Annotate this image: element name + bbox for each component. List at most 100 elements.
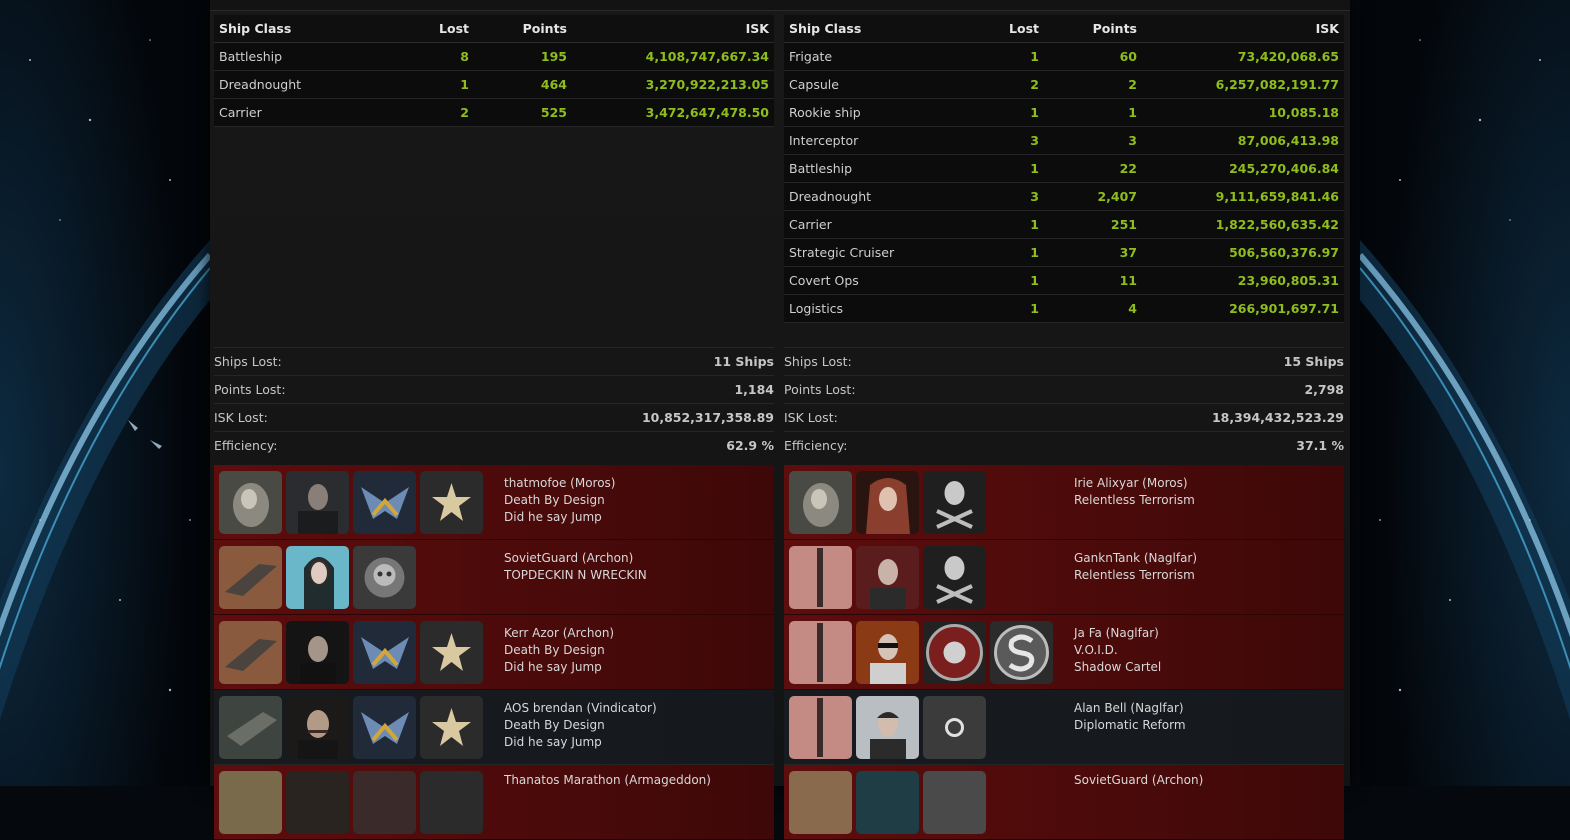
pilot-info: Kerr Azor (Archon) Death By Design Did h…: [504, 625, 614, 676]
pilot-portrait[interactable]: [286, 546, 349, 609]
involved-row[interactable]: Irie Alixyar (Moros) Relentless Terroris…: [784, 465, 1344, 540]
corporation-name[interactable]: Relentless Terrorism: [1074, 492, 1195, 509]
pilot-portrait[interactable]: [286, 771, 349, 834]
summary-row-points-lost: Points Lost: 1,184: [214, 375, 774, 403]
top-divider: [210, 0, 1350, 11]
corp-skull-crossbones-icon[interactable]: [923, 546, 986, 609]
involved-row[interactable]: thatmofoe (Moros) Death By Design Did he…: [214, 465, 774, 540]
pilot-name-ship[interactable]: Kerr Azor (Archon): [504, 625, 614, 642]
pilot-portrait[interactable]: [856, 771, 919, 834]
involved-row[interactable]: AOS brendan (Vindicator) Death By Design…: [214, 690, 774, 765]
isk-cell: 6,257,082,191.77: [1142, 70, 1344, 99]
pilot-portrait[interactable]: [856, 696, 919, 759]
ship-archon-icon[interactable]: [219, 621, 282, 684]
pilot-portrait[interactable]: [856, 546, 919, 609]
col-header-lost: Lost: [404, 15, 474, 43]
portrait-group: [789, 621, 1053, 684]
col-header-ship-class: Ship Class: [784, 15, 974, 43]
battle-report-panel: Ship Class Lost Points ISK Battleship 8 …: [210, 0, 1350, 840]
corp-logo-icon[interactable]: [353, 771, 416, 834]
ship-archon-icon[interactable]: [219, 546, 282, 609]
portrait-group: [219, 621, 483, 684]
corporation-name[interactable]: Death By Design: [504, 717, 657, 734]
ship-class-cell: Interceptor: [784, 126, 974, 155]
alliance-name[interactable]: Did he say Jump: [504, 509, 616, 526]
pilot-name-ship[interactable]: Ja Fa (Naglfar): [1074, 625, 1161, 642]
pilot-portrait[interactable]: [856, 621, 919, 684]
corp-logo-icon[interactable]: [353, 471, 416, 534]
corp-skull-target-icon[interactable]: [923, 621, 986, 684]
corp-logo-icon[interactable]: [923, 771, 986, 834]
ship-moros-icon[interactable]: [219, 471, 282, 534]
pilot-name-ship[interactable]: SovietGuard (Archon): [504, 550, 647, 567]
summary-label: Efficiency:: [784, 438, 848, 453]
alliance-s-logo-icon[interactable]: [990, 621, 1053, 684]
summary-right: Ships Lost: 15 Ships Points Lost: 2,798 …: [784, 347, 1344, 459]
pilot-name-ship[interactable]: GanknTank (Naglfar): [1074, 550, 1197, 567]
pilot-info: GanknTank (Naglfar) Relentless Terrorism: [1074, 550, 1197, 584]
ship-vindicator-icon[interactable]: [219, 696, 282, 759]
pilot-name-ship[interactable]: thatmofoe (Moros): [504, 475, 616, 492]
alliance-name[interactable]: Did he say Jump: [504, 659, 614, 676]
pilot-name-ship[interactable]: AOS brendan (Vindicator): [504, 700, 657, 717]
alliance-star-logo-icon[interactable]: [420, 471, 483, 534]
corporation-name[interactable]: V.O.I.D.: [1074, 642, 1161, 659]
table-header-row: Ship Class Lost Points ISK: [784, 15, 1344, 43]
corporation-name[interactable]: Death By Design: [504, 642, 614, 659]
points-cell: 37: [1044, 238, 1142, 267]
lost-cell: 1: [974, 154, 1044, 183]
ship-naglfar-icon[interactable]: [789, 546, 852, 609]
corp-logo-icon[interactable]: [353, 621, 416, 684]
pilot-portrait[interactable]: [856, 471, 919, 534]
pilot-name-ship[interactable]: Irie Alixyar (Moros): [1074, 475, 1195, 492]
portrait-group: [789, 771, 986, 834]
corporation-name[interactable]: TOPDECKIN N WRECKIN: [504, 567, 647, 584]
col-header-isk: ISK: [1142, 15, 1344, 43]
pilot-name-ship[interactable]: Thanatos Marathon (Armageddon): [504, 772, 711, 789]
ship-class-table-left: Ship Class Lost Points ISK Battleship 8 …: [214, 15, 774, 127]
col-header-lost: Lost: [974, 15, 1044, 43]
involved-row[interactable]: Alan Bell (Naglfar) Diplomatic Reform: [784, 690, 1344, 765]
involved-row[interactable]: Kerr Azor (Archon) Death By Design Did h…: [214, 615, 774, 690]
summary-row-ships-lost: Ships Lost: 15 Ships: [784, 347, 1344, 375]
ship-archon-icon[interactable]: [789, 771, 852, 834]
col-header-points: Points: [474, 15, 572, 43]
pilot-info: AOS brendan (Vindicator) Death By Design…: [504, 700, 657, 751]
ship-naglfar-icon[interactable]: [789, 621, 852, 684]
pilot-name-ship[interactable]: SovietGuard (Archon): [1074, 772, 1203, 789]
corp-ring-logo-icon[interactable]: [923, 696, 986, 759]
corp-logo-icon[interactable]: [353, 696, 416, 759]
corp-skull-logo-icon[interactable]: [353, 546, 416, 609]
alliance-star-logo-icon[interactable]: [420, 621, 483, 684]
ship-moros-icon[interactable]: [789, 471, 852, 534]
involved-row[interactable]: Ja Fa (Naglfar) V.O.I.D. Shadow Cartel: [784, 615, 1344, 690]
space-background-right: [1360, 0, 1570, 786]
pilot-name-ship[interactable]: Alan Bell (Naglfar): [1074, 700, 1186, 717]
involved-row[interactable]: Thanatos Marathon (Armageddon): [214, 765, 774, 840]
ship-class-table-right: Ship Class Lost Points ISK Frigate 1 60 …: [784, 15, 1344, 323]
col-header-isk: ISK: [572, 15, 774, 43]
isk-cell: 10,085.18: [1142, 98, 1344, 127]
ship-naglfar-icon[interactable]: [789, 696, 852, 759]
points-cell: 60: [1044, 42, 1142, 71]
alliance-star-logo-icon[interactable]: [420, 696, 483, 759]
table-row: Dreadnought 3 2,407 9,111,659,841.46: [784, 182, 1344, 211]
pilot-portrait[interactable]: [286, 696, 349, 759]
involved-row[interactable]: SovietGuard (Archon) TOPDECKIN N WRECKIN: [214, 540, 774, 615]
alliance-star-logo-icon[interactable]: [420, 771, 483, 834]
alliance-name[interactable]: Did he say Jump: [504, 734, 657, 751]
involved-row[interactable]: SovietGuard (Archon): [784, 765, 1344, 840]
ship-armageddon-icon[interactable]: [219, 771, 282, 834]
corporation-name[interactable]: Death By Design: [504, 492, 616, 509]
corporation-name[interactable]: Relentless Terrorism: [1074, 567, 1197, 584]
pilot-info: SovietGuard (Archon) TOPDECKIN N WRECKIN: [504, 550, 647, 584]
lost-cell: 2: [974, 70, 1044, 99]
corporation-name[interactable]: Diplomatic Reform: [1074, 717, 1186, 734]
points-cell: 251: [1044, 210, 1142, 239]
involved-row[interactable]: GanknTank (Naglfar) Relentless Terrorism: [784, 540, 1344, 615]
alliance-name[interactable]: Shadow Cartel: [1074, 659, 1161, 676]
pilot-portrait[interactable]: [286, 621, 349, 684]
pilot-portrait[interactable]: [286, 471, 349, 534]
summary-value: 62.9 %: [726, 438, 774, 453]
corp-skull-crossbones-icon[interactable]: [923, 471, 986, 534]
